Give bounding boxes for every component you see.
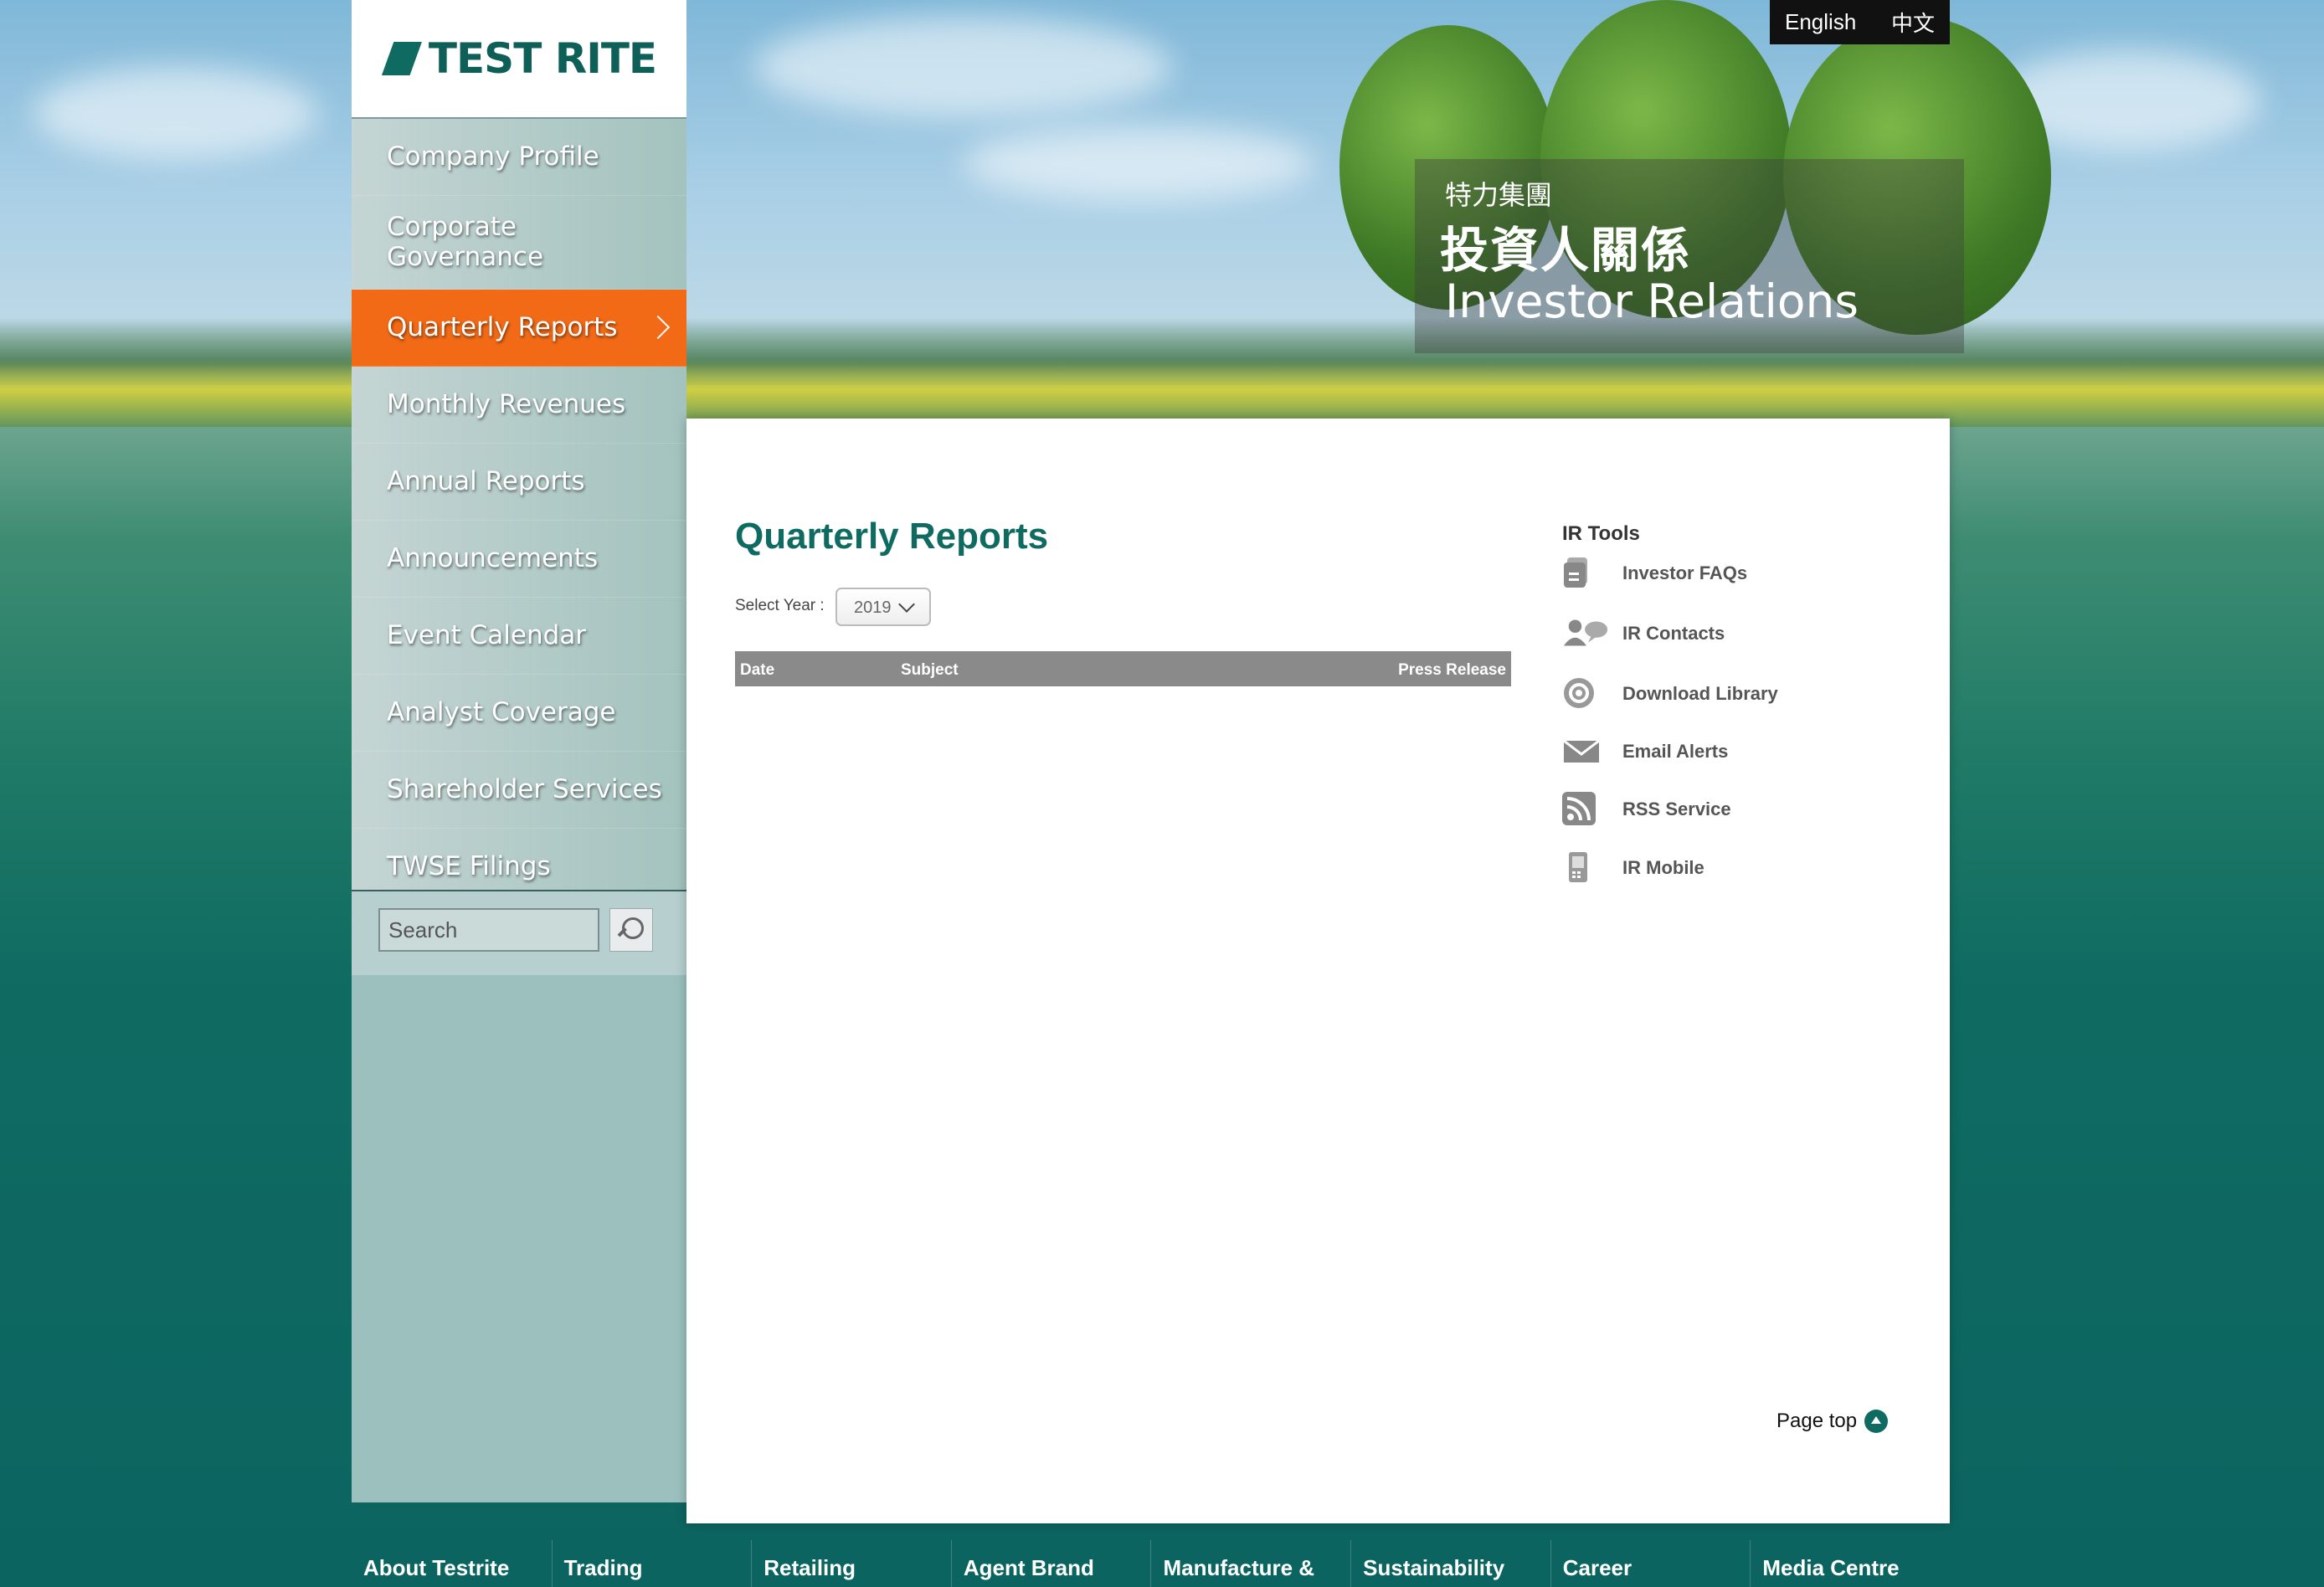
sidebar-item-announcements[interactable]: Announcements: [352, 521, 686, 598]
ir-tool-label: IR Mobile: [1622, 857, 1704, 878]
sidebar-item-monthly-revenues[interactable]: Monthly Revenues: [352, 367, 686, 444]
rapeseed-field: [0, 360, 2324, 427]
footer-item-media-centre[interactable]: Media Centre: [1750, 1540, 1950, 1587]
select-year-label: Select Year :: [735, 597, 825, 614]
sidebar-item-event-calendar[interactable]: Event Calendar: [352, 598, 686, 675]
sidebar-item-quarterly-reports[interactable]: Quarterly Reports: [352, 290, 686, 367]
year-select[interactable]: 2019: [836, 588, 931, 626]
sidebar-item-label: Announcements: [387, 542, 599, 573]
sidebar-item-label: TWSE Filings: [387, 850, 551, 881]
ir-tools-panel: IR Tools Investor FAQs IR Contacts Downl…: [1562, 522, 1778, 882]
ir-tools-title: IR Tools: [1562, 522, 1640, 545]
page-top-link[interactable]: Page top: [1776, 1410, 1857, 1433]
main-content: Quarterly Reports Select Year : 2019 Dat…: [686, 419, 1950, 1523]
language-english-link[interactable]: English: [1785, 9, 1856, 35]
banner-company-name: 特力集團: [1445, 179, 1553, 211]
sidebar-item-label: Event Calendar: [387, 619, 587, 650]
sidebar-item-corporate-governance[interactable]: Corporate Governance: [352, 196, 686, 290]
search-input[interactable]: [378, 908, 599, 952]
ir-tool-label: Download Library: [1622, 683, 1778, 704]
footer-item-agent-brand[interactable]: Agent Brand: [950, 1540, 1151, 1587]
page-title: Quarterly Reports: [735, 516, 1049, 557]
language-switcher: English 中文: [1770, 0, 1950, 44]
mail-icon: [1563, 739, 1600, 763]
mobile-icon: [1569, 852, 1587, 882]
search-button[interactable]: [609, 908, 653, 952]
investor-relations-banner: 特力集團 投資人關係 Investor Relations: [1415, 159, 1964, 353]
sidebar-item-label: Quarterly Reports: [387, 311, 618, 342]
contacts-icon: [1563, 619, 1608, 646]
footer-item-trading[interactable]: Trading: [551, 1540, 752, 1587]
sidebar: TEST RITE Company Profile Corporate Gove…: [352, 0, 686, 1502]
ir-tool-label: IR Contacts: [1622, 623, 1725, 644]
ir-tool-label: Email Alerts: [1622, 741, 1729, 762]
footer-nav: About Testrite Trading Retailing Agent B…: [352, 1540, 1950, 1587]
sidebar-item-label: Shareholder Services: [387, 773, 662, 804]
sidebar-item-label: Corporate Governance: [387, 211, 544, 272]
chevron-down-icon: [898, 596, 915, 613]
banner-title-english: Investor Relations: [1445, 275, 1859, 328]
logo-mark-icon: [381, 42, 422, 75]
sidebar-item-label: Analyst Coverage: [387, 696, 616, 727]
year-select-value: 2019: [854, 598, 892, 617]
footer-item-manufacture[interactable]: Manufacture &: [1150, 1540, 1350, 1587]
ir-tool-label: Investor FAQs: [1622, 562, 1748, 583]
document-icon: [1564, 557, 1587, 588]
sidebar-item-annual-reports[interactable]: Annual Reports: [352, 444, 686, 521]
footer-item-sustainability[interactable]: Sustainability: [1350, 1540, 1550, 1587]
sidebar-item-company-profile[interactable]: Company Profile: [352, 119, 686, 196]
banner-title-chinese: 投資人關係: [1440, 222, 1692, 279]
column-header-date: Date: [740, 661, 775, 679]
column-header-press-release: Press Release: [1398, 661, 1506, 679]
language-chinese-link[interactable]: 中文: [1891, 7, 1935, 38]
ir-tool-download-library[interactable]: Download Library: [1562, 676, 1864, 713]
rss-icon: [1562, 792, 1596, 825]
search-area: [352, 890, 686, 975]
chevron-right-icon: [645, 315, 671, 339]
sidebar-item-label: Monthly Revenues: [387, 388, 626, 419]
column-header-subject: Subject: [901, 661, 959, 679]
sky-cloud: [963, 126, 1314, 201]
sidebar-nav: Company Profile Corporate Governance Qua…: [352, 119, 686, 906]
sidebar-item-label: Company Profile: [387, 141, 599, 172]
sidebar-item-label: Annual Reports: [387, 465, 585, 496]
footer-item-about-testrite[interactable]: About Testrite: [352, 1540, 552, 1587]
ir-tool-ir-contacts[interactable]: IR Contacts: [1562, 616, 1864, 653]
ir-tool-label: RSS Service: [1622, 799, 1731, 819]
ir-tool-ir-mobile[interactable]: IR Mobile: [1562, 850, 1864, 887]
ir-tool-investor-faqs[interactable]: Investor FAQs: [1562, 556, 1864, 593]
logo[interactable]: TEST RITE: [352, 0, 686, 119]
footer-item-career[interactable]: Career: [1550, 1540, 1751, 1587]
logo-text: TEST RITE: [428, 34, 657, 83]
ir-tool-rss-service[interactable]: RSS Service: [1562, 792, 1864, 829]
sky-cloud: [33, 67, 318, 159]
ir-tool-email-alerts[interactable]: Email Alerts: [1562, 734, 1864, 771]
arrow-up-icon[interactable]: [1864, 1410, 1888, 1433]
footer-item-retailing[interactable]: Retailing: [751, 1540, 951, 1587]
download-library-icon: [1564, 678, 1594, 708]
sidebar-item-shareholder-services[interactable]: Shareholder Services: [352, 752, 686, 829]
sidebar-item-analyst-coverage[interactable]: Analyst Coverage: [352, 675, 686, 752]
sky-cloud: [753, 17, 1172, 117]
table-header: Date Subject Press Release: [735, 651, 1511, 686]
